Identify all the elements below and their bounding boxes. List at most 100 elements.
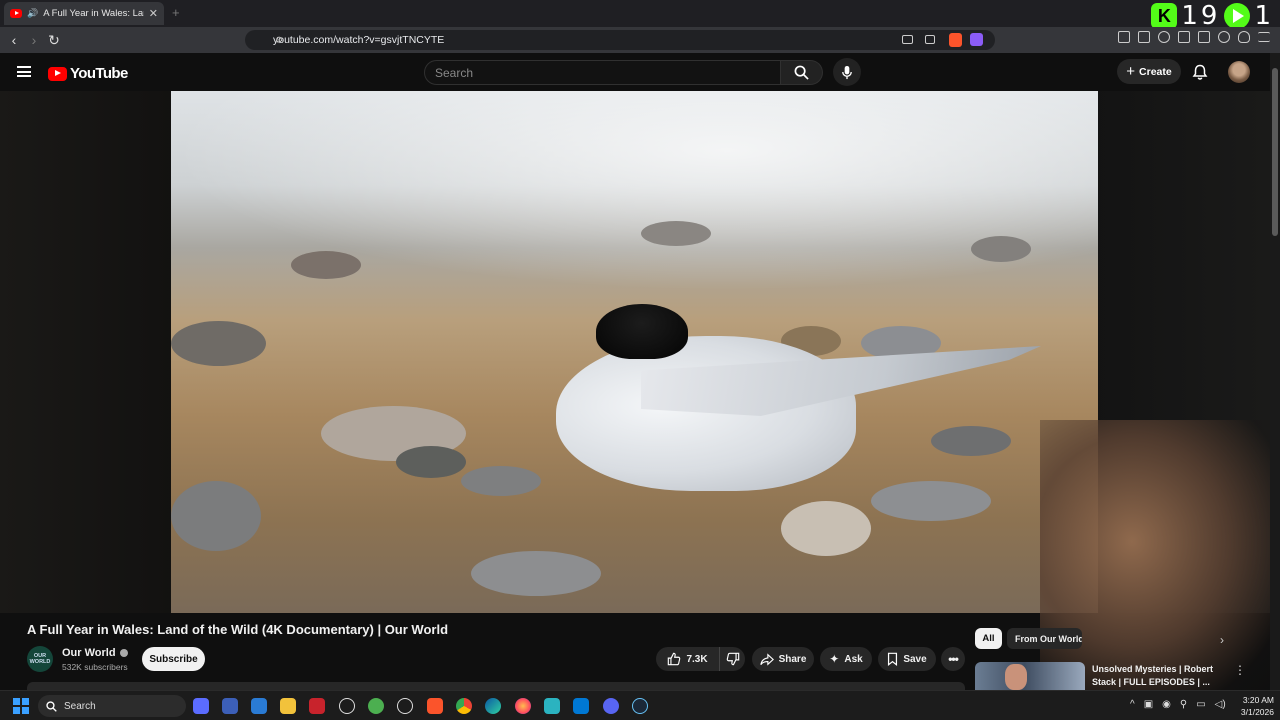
kick-logo-icon: K <box>1151 3 1178 29</box>
taskbar-app-icon[interactable] <box>193 698 209 714</box>
tern-bird-head <box>596 304 688 359</box>
taskbar-app-icon[interactable] <box>309 698 325 714</box>
save-button[interactable]: Save <box>878 647 936 671</box>
music-icon[interactable] <box>1158 31 1170 43</box>
windows-taskbar: Search ^ ▣ ◉ ⚲ ▭ ◁) 3:20 AM 3/1/2026 <box>0 690 1280 720</box>
bell-icon <box>1192 64 1208 80</box>
search-input[interactable]: Search <box>424 60 781 85</box>
vpn-shield-icon[interactable] <box>1238 31 1250 43</box>
like-count: 7.3K <box>686 653 708 665</box>
url-text: youtube.com/watch?v=gsvjtTNCYTE <box>273 34 445 46</box>
recommendation-title[interactable]: Unsolved Mysteries | Robert Stack | FULL… <box>1092 663 1222 689</box>
pebble <box>291 251 361 279</box>
firefox-icon[interactable] <box>515 698 531 714</box>
pebble <box>781 501 871 556</box>
browser-address-bar: ‹ › ↻ ⚙ youtube.com/watch?v=gsvjtTNCYTE <box>0 27 1280 53</box>
pebble <box>461 466 541 496</box>
chip-from-channel[interactable]: From Our World <box>1007 628 1082 649</box>
ask-button[interactable]: ✦ Ask <box>820 647 872 671</box>
taskbar-app-icon[interactable] <box>222 698 238 714</box>
subscriber-count: 532K subscribers <box>62 662 128 672</box>
screenshot-icon[interactable] <box>1138 31 1150 43</box>
discord-icon[interactable] <box>603 698 619 714</box>
dislike-button[interactable] <box>719 647 745 671</box>
tray-app-icon[interactable]: ▭ <box>1196 699 1205 710</box>
clock-date: 3/1/2026 <box>1240 707 1274 717</box>
speaker-icon[interactable]: 🔊 <box>27 8 38 19</box>
pebble <box>171 481 261 551</box>
taskbar-app-icon[interactable] <box>251 698 267 714</box>
brave-browser-icon[interactable] <box>427 698 443 714</box>
microphone-icon <box>842 65 852 79</box>
browser-tab-active[interactable]: 🔊 A Full Year in Wales: Land of the Wild… <box>4 2 164 25</box>
notifications-button[interactable] <box>1192 64 1208 81</box>
url-omnibox[interactable]: ⚙ youtube.com/watch?v=gsvjtTNCYTE <box>245 30 995 50</box>
taskbar-clock[interactable]: 3:20 AM 3/1/2026 <box>1230 694 1274 718</box>
account-avatar[interactable] <box>1228 61 1250 83</box>
taskbar-app-icon[interactable] <box>397 698 413 714</box>
channel-avatar[interactable]: OUR WORLD <box>27 646 53 672</box>
more-actions-button[interactable]: ••• <box>941 647 965 671</box>
recommendation-more-icon[interactable]: ⋮ <box>1234 663 1246 677</box>
cast-icon[interactable] <box>902 35 913 44</box>
brave-rewards-icon[interactable] <box>970 33 983 46</box>
subscribe-button[interactable]: Subscribe <box>142 647 205 671</box>
description-box[interactable] <box>27 682 965 690</box>
chip-all[interactable]: All <box>975 628 1002 649</box>
tray-chevron-icon[interactable]: ^ <box>1130 699 1135 710</box>
channel-name-text: Our World <box>62 647 116 659</box>
recommendation-thumbnail[interactable] <box>975 662 1085 690</box>
taskbar-app-icon[interactable] <box>339 698 355 714</box>
stream-counter-overlay: K 19 1 <box>1151 1 1274 31</box>
tray-app-icon[interactable]: ⚲ <box>1180 699 1187 710</box>
youtube-logo[interactable]: YouTube <box>48 65 128 82</box>
share-page-icon[interactable] <box>925 35 935 44</box>
search-icon <box>794 65 809 80</box>
brave-shields-icon[interactable] <box>949 33 962 47</box>
sidebar-icon[interactable] <box>1178 31 1190 43</box>
volume-icon[interactable]: ◁) <box>1215 699 1226 710</box>
chips-next-arrow-icon[interactable]: › <box>1220 633 1224 647</box>
menu-icon[interactable] <box>1258 32 1270 42</box>
tray-app-icon[interactable]: ◉ <box>1162 699 1171 710</box>
search-placeholder: Search <box>435 65 474 80</box>
like-button[interactable]: 7.3K <box>656 647 719 671</box>
forward-icon[interactable]: › <box>26 32 42 48</box>
ask-label: Ask <box>844 653 863 665</box>
vscode-icon[interactable] <box>573 698 589 714</box>
windows-start-icon[interactable] <box>13 698 29 714</box>
wallet-icon[interactable] <box>1198 31 1210 43</box>
pebble <box>396 446 466 478</box>
taskbar-search[interactable]: Search <box>38 695 186 717</box>
reload-icon[interactable]: ↻ <box>46 32 62 48</box>
share-button[interactable]: Share <box>752 647 814 671</box>
chrome-icon[interactable] <box>456 698 472 714</box>
taskbar-search-label: Search <box>64 700 96 712</box>
plus-icon: + <box>1126 63 1136 80</box>
search-button[interactable] <box>781 60 823 85</box>
channel-name[interactable]: Our World <box>62 647 128 659</box>
taskbar-app-icon[interactable] <box>544 698 560 714</box>
video-player[interactable] <box>171 91 1098 613</box>
voice-search-button[interactable] <box>833 58 861 86</box>
youtube-masthead: YouTube Search + Create <box>0 53 1280 91</box>
steam-icon[interactable] <box>632 698 648 714</box>
tab-close-icon[interactable]: ✕ <box>149 7 158 20</box>
pebble <box>171 321 266 366</box>
edge-icon[interactable] <box>485 698 501 714</box>
back-icon[interactable]: ‹ <box>6 32 22 48</box>
create-button[interactable]: + Create <box>1117 59 1181 84</box>
extensions-icon[interactable] <box>1118 31 1130 43</box>
site-settings-icon[interactable]: ⚙ <box>275 35 283 46</box>
taskbar-app-icon[interactable] <box>368 698 384 714</box>
guide-menu-icon[interactable] <box>17 66 31 77</box>
share-label: Share <box>778 653 807 665</box>
new-tab-plus-icon[interactable]: + <box>172 5 180 20</box>
youtube-favicon-icon <box>10 9 22 18</box>
file-explorer-icon[interactable] <box>280 698 296 714</box>
tray-app-icon[interactable]: ▣ <box>1144 699 1153 710</box>
scrollbar-thumb[interactable] <box>1272 68 1278 236</box>
save-label: Save <box>903 653 927 665</box>
tern-bird-body <box>556 336 856 491</box>
leo-ai-icon[interactable] <box>1218 31 1230 43</box>
